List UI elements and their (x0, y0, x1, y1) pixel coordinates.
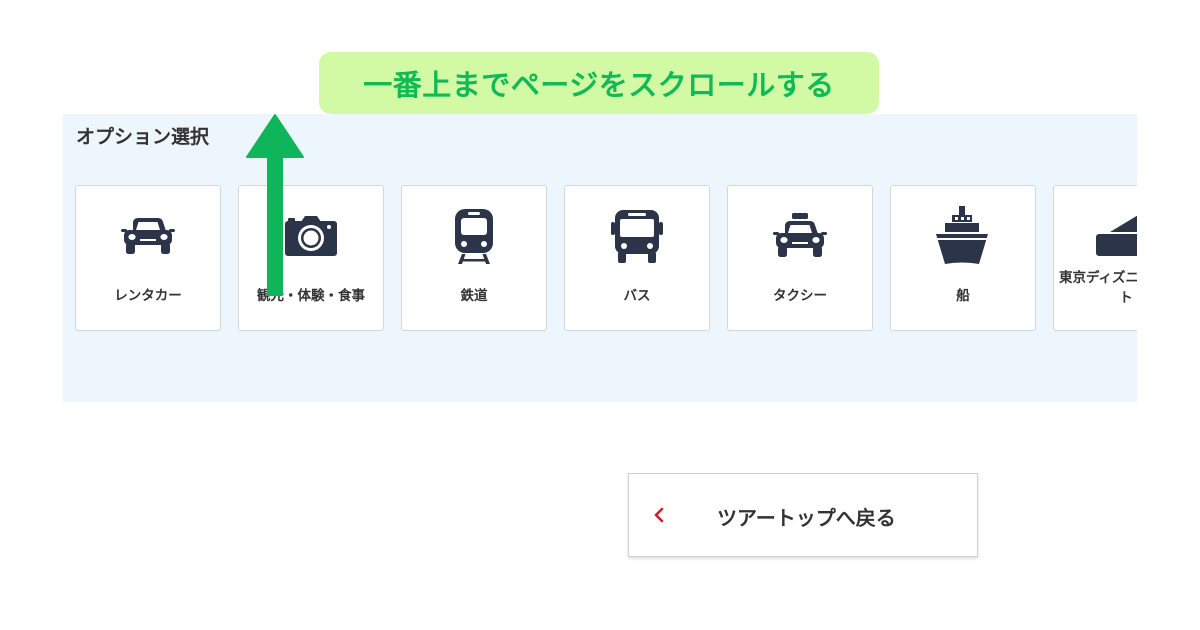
option-label: 東京ディズニーリゾート (1058, 270, 1137, 306)
options-panel: オプション選択 レンタカー 観光・体験・食事 鉄道 バス タクシー 船 東京ディ… (63, 114, 1137, 402)
option-label: 船 (956, 288, 970, 304)
option-label: 鉄道 (460, 288, 488, 304)
chevron-left-icon (654, 507, 664, 523)
taxi-icon (770, 206, 830, 266)
option-card-bus[interactable]: バス (564, 185, 710, 331)
bus-icon (607, 206, 667, 266)
option-label: レンタカー (114, 288, 182, 304)
page: オプション選択 レンタカー 観光・体験・食事 鉄道 バス タクシー 船 東京ディ… (0, 0, 1200, 630)
option-card-railway[interactable]: 鉄道 (401, 185, 547, 331)
ticket-icon (1096, 206, 1137, 266)
option-card-ship[interactable]: 船 (890, 185, 1036, 331)
option-card-tokyo-disney-resort[interactable]: 東京ディズニーリゾート (1053, 185, 1137, 331)
back-button-label: ツアートップへ戻る (717, 506, 896, 530)
options-title: オプション選択 (76, 126, 210, 148)
option-cards: レンタカー 観光・体験・食事 鉄道 バス タクシー 船 東京ディズニ ト (75, 185, 1137, 331)
option-card-rental-car[interactable]: レンタカー (75, 185, 221, 331)
scroll-to-top-hint: 一番上までページをスクロールする (319, 52, 879, 114)
car-icon (118, 206, 178, 266)
up-arrow-icon (246, 114, 304, 296)
back-to-tour-top-button[interactable]: ツアートップへ戻る (628, 473, 978, 557)
train-icon (444, 206, 504, 266)
option-label: バス (623, 288, 651, 304)
option-card-taxi[interactable]: タクシー (727, 185, 873, 331)
ship-icon (933, 206, 993, 266)
option-label: タクシー (773, 288, 827, 304)
